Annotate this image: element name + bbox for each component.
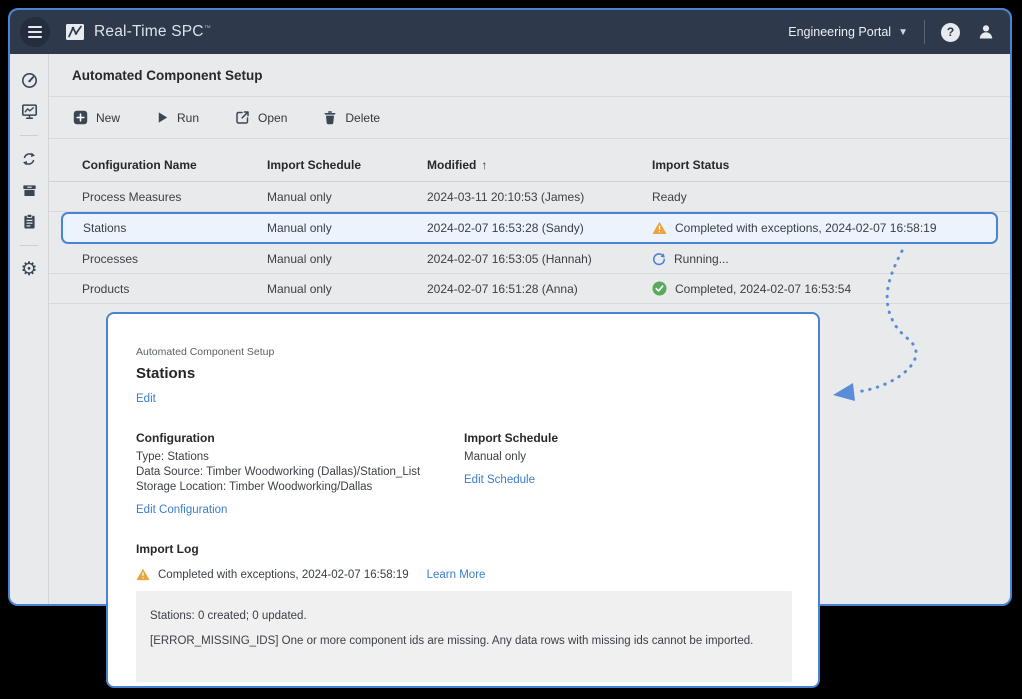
add-icon [73,110,88,125]
detail-title: Stations [136,365,790,382]
cell-import-schedule: Manual only [267,190,427,204]
run-button[interactable]: Run [156,111,199,125]
sync-icon [21,151,37,167]
chevron-down-icon: ▼ [898,27,908,38]
sidebar-item-tasks[interactable] [18,210,40,232]
spc-chart-logo-icon [64,21,86,43]
cell-import-status: Completed with exceptions, 2024-02-07 16… [652,221,996,235]
warning-icon [136,568,150,581]
cell-configuration-name: Processes [82,252,267,266]
table-row-products[interactable]: Products Manual only 2024-02-07 16:51:28… [49,274,1010,304]
cell-configuration-name: Process Measures [82,190,267,204]
column-import-schedule[interactable]: Import Schedule [267,158,427,172]
cell-modified: 2024-02-07 16:53:28 (Sandy) [427,221,652,235]
running-refresh-icon [652,252,666,266]
log-line-summary: Stations: 0 created; 0 updated. [150,610,778,622]
cell-import-status: Ready [652,190,1010,204]
import-log-status: Completed with exceptions, 2024-02-07 16… [136,568,790,581]
open-button[interactable]: Open [235,110,287,125]
portal-dropdown[interactable]: Engineering Portal ▼ [788,25,908,39]
breadcrumb: Automated Component Setup [136,346,790,358]
table-row-processes[interactable]: Processes Manual only 2024-02-07 16:53:0… [49,244,1010,274]
column-import-status[interactable]: Import Status [652,158,1010,172]
table-header: Configuration Name Import Schedule Modif… [49,139,1010,182]
page-title-bar: Automated Component Setup [49,54,1010,97]
cell-modified: 2024-03-11 20:10:53 (James) [427,190,652,204]
sidebar-item-sync[interactable] [18,148,40,170]
import-log-status-text: Completed with exceptions, 2024-02-07 16… [158,569,409,581]
header-divider [924,20,925,44]
delete-button[interactable]: Delete [323,110,380,125]
sidebar-item-dashboard[interactable] [18,69,40,91]
help-button[interactable]: ? [941,23,960,42]
edit-configuration-link[interactable]: Edit Configuration [136,504,227,516]
sidebar-divider [20,245,38,246]
edit-link[interactable]: Edit [136,393,156,405]
user-icon [976,22,996,42]
detail-panel: Automated Component Setup Stations Edit … [106,312,820,688]
left-sidebar: ⚙ [10,54,49,604]
gear-icon: ⚙ [20,260,37,279]
cell-import-schedule: Manual only [267,252,427,266]
cell-modified: 2024-02-07 16:51:28 (Anna) [427,282,652,296]
configuration-heading: Configuration [136,431,464,445]
trademark: ™ [204,25,211,32]
cell-configuration-name: Products [82,282,267,296]
import-log-output: Stations: 0 created; 0 updated. [ERROR_M… [136,591,792,682]
clipboard-icon [21,213,38,230]
question-icon: ? [947,25,954,39]
column-configuration-name[interactable]: Configuration Name [82,158,267,172]
trash-icon [323,110,337,125]
app-title: Real-Time SPC™ [94,23,211,41]
cell-import-schedule: Manual only [267,221,427,235]
learn-more-link[interactable]: Learn More [427,569,486,581]
sidebar-item-archive[interactable] [18,179,40,201]
play-icon [156,111,169,124]
configuration-data-source: Data Source: Timber Woodworking (Dallas)… [136,465,464,480]
action-toolbar: New Run Open [49,97,1010,139]
sidebar-item-settings[interactable]: ⚙ [18,258,40,280]
sidebar-divider [20,135,38,136]
warning-icon [652,221,667,235]
cell-import-status: Running... [652,252,1010,266]
column-modified[interactable]: Modified↑ [427,158,652,172]
configuration-storage-location: Storage Location: Timber Woodworking/Dal… [136,480,464,495]
import-log-heading: Import Log [136,542,790,556]
check-circle-icon [652,281,667,296]
cell-modified: 2024-02-07 16:53:05 (Hannah) [427,252,652,266]
open-external-icon [235,110,250,125]
log-line-error: [ERROR_MISSING_IDS] One or more componen… [150,635,778,647]
sort-ascending-icon: ↑ [481,158,487,172]
edit-schedule-link[interactable]: Edit Schedule [464,474,535,486]
hamburger-icon [28,31,42,33]
table-row-stations-selected[interactable]: Stations Manual only 2024-02-07 16:53:28… [61,212,998,244]
new-button[interactable]: New [73,110,120,125]
table-row-process-measures[interactable]: Process Measures Manual only 2024-03-11 … [49,182,1010,212]
portal-label: Engineering Portal [788,25,891,39]
import-schedule-heading: Import Schedule [464,431,558,445]
app-logo [64,21,86,43]
sidebar-item-monitoring[interactable] [18,100,40,122]
archive-box-icon [21,182,38,199]
hamburger-menu-button[interactable] [20,17,50,47]
configuration-section: Configuration Type: Stations Data Source… [136,431,464,518]
monitor-chart-icon [21,103,38,120]
import-schedule-value: Manual only [464,450,558,465]
configuration-type: Type: Stations [136,450,464,465]
cell-import-schedule: Manual only [267,282,427,296]
cell-import-status: Completed, 2024-02-07 16:53:54 [652,281,1010,296]
gauge-icon [21,72,38,89]
cell-configuration-name: Stations [83,221,267,235]
import-schedule-section: Import Schedule Manual only Edit Schedul… [464,431,558,518]
detail-columns: Configuration Type: Stations Data Source… [136,431,790,518]
user-account-button[interactable] [976,22,996,42]
page-title: Automated Component Setup [72,68,263,83]
top-header: Real-Time SPC™ Engineering Portal ▼ ? [10,10,1010,54]
